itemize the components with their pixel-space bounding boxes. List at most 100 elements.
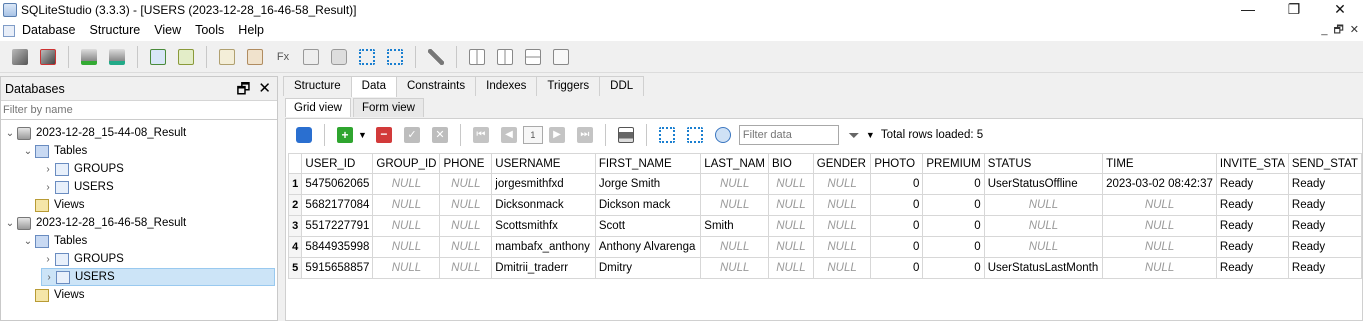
menu-database[interactable]: Database: [15, 20, 83, 41]
column-header[interactable]: LAST_NAM: [700, 153, 770, 174]
menu-view[interactable]: View: [147, 20, 188, 41]
column-header[interactable]: PHOTO: [870, 153, 924, 174]
subtab-form-view[interactable]: Form view: [352, 98, 424, 117]
prev-page-button[interactable]: ◀: [498, 124, 520, 146]
grid-cell[interactable]: Jorge Smith: [594, 173, 702, 195]
insert-row-button[interactable]: +: [334, 124, 356, 146]
table-row[interactable]: 5 5915658857 NULL NULL Dmitrii_traderr Dmitry…: [287, 257, 1363, 279]
export-data-button[interactable]: [684, 124, 706, 146]
minimize-button[interactable]: —: [1225, 0, 1271, 20]
grid-cell[interactable]: NULL: [439, 215, 493, 237]
grid-cell[interactable]: NULL: [372, 173, 441, 195]
grid-cell[interactable]: 5475062065: [301, 173, 374, 195]
column-header[interactable]: USER_ID: [301, 153, 374, 174]
grid-cell[interactable]: jorgesmithfxd: [491, 173, 596, 195]
grid-cell[interactable]: 2023-03-02 08:42:37: [1102, 173, 1217, 195]
add-table-button[interactable]: [147, 46, 169, 68]
grid-cell[interactable]: Ready: [1215, 173, 1289, 195]
grid-cell[interactable]: 0: [870, 257, 924, 279]
tree-table-users-2[interactable]: › USERS: [41, 268, 275, 286]
grid-cell[interactable]: Dickson mack: [594, 194, 702, 216]
collapse-arrow-icon[interactable]: ›: [41, 182, 55, 193]
close-button[interactable]: ✕: [1317, 0, 1363, 20]
collapse-arrow-icon[interactable]: ›: [42, 272, 56, 283]
grid-cell[interactable]: NULL: [700, 194, 770, 216]
add-database-button[interactable]: [78, 46, 100, 68]
mdi-close-button[interactable]: ✕: [1350, 20, 1359, 41]
grid-cell[interactable]: 0: [870, 215, 924, 237]
grid-cell[interactable]: NULL: [768, 215, 814, 237]
row-number[interactable]: 3: [287, 215, 303, 237]
tile-vertical-button[interactable]: [522, 46, 544, 68]
grid-cell[interactable]: Ready: [1215, 236, 1289, 258]
grid-cell[interactable]: Ready: [1287, 215, 1363, 237]
tree-db-1[interactable]: ⌄ 2023-12-28_15-44-08_Result: [3, 124, 186, 142]
column-header[interactable]: PREMIUM: [922, 153, 985, 174]
grid-cell[interactable]: 5844935998: [301, 236, 374, 258]
query-history-button[interactable]: [244, 46, 266, 68]
grid-cell[interactable]: NULL: [983, 236, 1104, 258]
grid-cell[interactable]: Scottsmithfx: [491, 215, 596, 237]
grid-cell[interactable]: UserStatusLastMonth: [983, 257, 1104, 279]
grid-cell[interactable]: 5682177084: [301, 194, 374, 216]
grid-cell[interactable]: NULL: [700, 236, 770, 258]
tab-structure[interactable]: Structure: [283, 76, 352, 96]
page-number[interactable]: 1: [522, 126, 543, 144]
grid-cell[interactable]: NULL: [1102, 236, 1217, 258]
tree-table-groups-2[interactable]: › GROUPS: [41, 250, 124, 268]
grid-cell[interactable]: NULL: [812, 194, 872, 216]
expand-arrow-icon[interactable]: ⌄: [21, 236, 35, 247]
grid-cell[interactable]: 0: [922, 215, 985, 237]
column-header[interactable]: GROUP_ID: [372, 153, 441, 174]
grid-cell[interactable]: Ready: [1287, 257, 1363, 279]
grid-cell[interactable]: NULL: [768, 257, 814, 279]
grid-cell[interactable]: Smith: [700, 215, 770, 237]
grid-cell[interactable]: Ready: [1215, 194, 1289, 216]
grid-cell[interactable]: NULL: [1102, 194, 1217, 216]
grid-cell[interactable]: NULL: [372, 194, 441, 216]
grid-cell[interactable]: NULL: [439, 194, 493, 216]
close-panel-icon[interactable]: ✕: [258, 79, 271, 104]
window-menu-icon[interactable]: [3, 24, 15, 37]
mdi-minimize-button[interactable]: _: [1321, 20, 1327, 41]
grid-cell[interactable]: NULL: [700, 173, 770, 195]
rollback-button[interactable]: ✕: [429, 124, 451, 146]
tab-indexes[interactable]: Indexes: [475, 76, 538, 96]
row-number[interactable]: 5: [287, 257, 303, 279]
table-row[interactable]: 3 5517227791 NULL NULL Scottsmithfx Scott Smit…: [287, 215, 1363, 237]
column-header[interactable]: SEND_STAT: [1287, 153, 1363, 174]
expand-arrow-icon[interactable]: ⌄: [3, 128, 17, 139]
print-button[interactable]: [615, 124, 637, 146]
insert-dropdown-icon[interactable]: ▼: [358, 130, 367, 140]
grid-cell[interactable]: NULL: [812, 215, 872, 237]
settings-button[interactable]: [425, 46, 447, 68]
float-panel-icon[interactable]: 🗗: [236, 79, 250, 104]
edit-database-button[interactable]: [106, 46, 128, 68]
extensions-button[interactable]: [328, 46, 350, 68]
grid-cell[interactable]: NULL: [812, 257, 872, 279]
grid-cell[interactable]: NULL: [372, 257, 441, 279]
grid-cell[interactable]: NULL: [983, 215, 1104, 237]
tree-views-2[interactable]: Views: [35, 286, 84, 304]
table-row[interactable]: 2 5682177084 NULL NULL Dicksonmack Dickson ma…: [287, 194, 1363, 216]
grid-cell[interactable]: 0: [870, 194, 924, 216]
tab-ddl[interactable]: DDL: [599, 76, 645, 96]
grid-cell[interactable]: Scott: [594, 215, 702, 237]
last-page-button[interactable]: ⏭: [574, 124, 596, 146]
grid-cell[interactable]: 5517227791: [301, 215, 374, 237]
column-header[interactable]: BIO: [768, 153, 814, 174]
grid-cell[interactable]: 0: [870, 236, 924, 258]
column-header[interactable]: TIME: [1102, 153, 1217, 174]
column-header[interactable]: STATUS: [983, 153, 1104, 174]
tab-triggers[interactable]: Triggers: [536, 76, 601, 96]
table-row[interactable]: 4 5844935998 NULL NULL mambafx_anthony Anthon…: [287, 236, 1363, 258]
column-header[interactable]: INVITE_STA: [1215, 153, 1289, 174]
disconnect-button[interactable]: [37, 46, 59, 68]
grid-cell[interactable]: Ready: [1287, 194, 1363, 216]
row-number[interactable]: 2: [287, 194, 303, 216]
collapse-arrow-icon[interactable]: ›: [41, 254, 55, 265]
tree-table-groups-1[interactable]: › GROUPS: [41, 160, 124, 178]
column-header[interactable]: PHONE: [439, 153, 493, 174]
grid-cell[interactable]: NULL: [439, 257, 493, 279]
mdi-restore-button[interactable]: 🗗: [1333, 20, 1343, 41]
